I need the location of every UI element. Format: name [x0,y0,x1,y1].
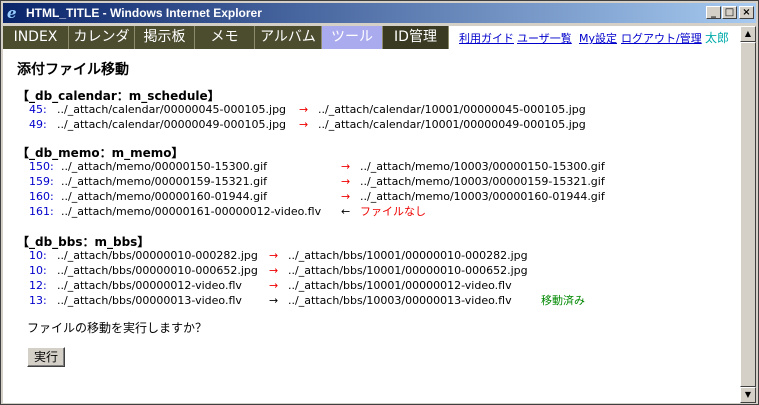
destination-path: ../_attach/memo/10003/00000159-15321.gif [360,175,605,188]
destination-path: ../_attach/memo/10003/00000160-01944.gif [360,190,605,203]
destination-path: ../_attach/bbs/10001/00000010-000652.jpg [288,264,528,277]
row-number: 161: [29,205,54,218]
table-row: 12: ../_attach/bbs/00000012-video.flv → … [29,279,729,293]
scroll-up-arrow-icon[interactable]: ▲ [740,26,756,42]
table-row: 159: ../_attach/memo/00000159-15321.gif … [29,175,729,189]
user-list-link[interactable]: ユーザ一覧 [517,30,572,46]
minimize-button[interactable]: _ [706,6,721,19]
page-title: 添付ファイル移動 [17,62,129,78]
source-path: ../_attach/bbs/00000012-video.flv [57,279,242,292]
move-arrow-icon: → [269,279,279,292]
source-path: ../_attach/memo/00000150-15300.gif [61,160,268,173]
move-arrow-icon: → [269,294,279,307]
browser-window: e HTML_TITLE - Windows Internet Explorer… [0,0,759,405]
table-row: 13: ../_attach/bbs/00000013-video.flv → … [29,294,729,308]
tab-memo[interactable]: メモ [195,26,255,49]
source-path: ../_attach/bbs/00000010-000282.jpg [57,249,258,262]
table-row: 10: ../_attach/bbs/00000010-000282.jpg →… [29,249,729,263]
tab-tools[interactable]: ツール [322,26,383,49]
help-link[interactable]: 利用ガイド [459,30,514,46]
source-path: ../_attach/memo/00000160-01944.gif [61,190,268,203]
scroll-thumb[interactable] [740,42,756,387]
destination-path: ../_attach/bbs/10003/00000013-video.flv [288,294,512,307]
row-number: 160: [29,190,54,203]
row-number: 150: [29,160,54,173]
source-path: ../_attach/calendar/00000045-000105.jpg [57,103,287,116]
vertical-scrollbar[interactable]: ▲ ▼ [740,26,756,403]
table-row: 10: ../_attach/bbs/00000010-000652.jpg →… [29,264,729,278]
tab-calendar[interactable]: カレンダ [69,26,135,49]
tab-id-admin[interactable]: ID管理 [383,26,449,49]
move-arrow-icon: → [341,160,351,173]
moved-status-note: 移動済み [541,294,585,307]
row-number: 10: [29,249,47,262]
tab-album[interactable]: アルバム [255,26,322,49]
table-row: 161: ../_attach/memo/00000161-00000012-v… [29,205,729,219]
table-row: 150: ../_attach/memo/00000150-15300.gif … [29,160,729,174]
source-path: ../_attach/bbs/00000010-000652.jpg [57,264,258,277]
maximize-button[interactable]: □ [722,6,737,19]
close-button[interactable]: × [739,6,754,19]
destination-path: ../_attach/bbs/10001/00000010-000282.jpg [288,249,528,262]
row-number: 49: [29,118,47,131]
destination-path: ../_attach/bbs/10001/00000012-video.flv [288,279,512,292]
row-number: 10: [29,264,47,277]
move-arrow-icon: → [341,175,351,188]
tab-bbs[interactable]: 掲示板 [135,26,195,49]
row-number: 45: [29,103,47,116]
move-arrow-icon: → [269,249,279,262]
move-arrow-icon: → [299,103,309,116]
move-arrow-icon: → [299,118,309,131]
confirm-question: ファイルの移動を実行しますか？ [27,321,208,335]
my-settings-link[interactable]: My設定 [579,30,617,46]
missing-arrow-icon: ← [341,205,351,218]
source-path: ../_attach/memo/00000159-15321.gif [61,175,268,188]
window-title: HTML_TITLE - Windows Internet Explorer [26,6,262,20]
row-number: 159: [29,175,54,188]
row-number: 13: [29,294,47,307]
source-path: ../_attach/calendar/00000049-000105.jpg [57,118,287,131]
section-title-calendar: 【_db_calendar：m_schedule】 [17,89,220,103]
table-row: 49: ../_attach/calendar/00000049-000105.… [29,118,729,132]
section-title-memo: 【_db_memo：m_memo】 [17,146,184,160]
tab-index[interactable]: INDEX [3,26,69,49]
move-arrow-icon: → [341,190,351,203]
utility-links: 利用ガイド ユーザ一覧 My設定 ログアウト/管理 太郎 [449,26,740,49]
destination-path: ../_attach/calendar/10001/00000049-00010… [318,118,586,131]
current-user: 太郎 [705,31,730,45]
scroll-down-arrow-icon[interactable]: ▼ [740,387,756,403]
destination-path: ../_attach/calendar/10001/00000045-00010… [318,103,586,116]
source-path: ../_attach/memo/00000161-00000012-video.… [61,205,322,218]
execute-button[interactable]: 実行 [27,347,65,367]
title-bar: e HTML_TITLE - Windows Internet Explorer… [3,3,756,23]
logout-link[interactable]: ログアウト/管理 [621,30,702,46]
page-content: 添付ファイル移動 【_db_calendar：m_schedule】 45: .… [3,49,740,403]
file-missing-note: ファイルなし [360,205,426,218]
table-row: 160: ../_attach/memo/00000160-01944.gif … [29,190,729,204]
destination-path: ../_attach/memo/10003/00000150-15300.gif [360,160,605,173]
table-row: 45: ../_attach/calendar/00000045-000105.… [29,103,729,117]
source-path: ../_attach/bbs/00000013-video.flv [57,294,242,307]
row-number: 12: [29,279,47,292]
section-title-bbs: 【_db_bbs：m_bbs】 [17,235,150,249]
move-arrow-icon: → [269,264,279,277]
ie-logo-icon: e [7,4,17,22]
